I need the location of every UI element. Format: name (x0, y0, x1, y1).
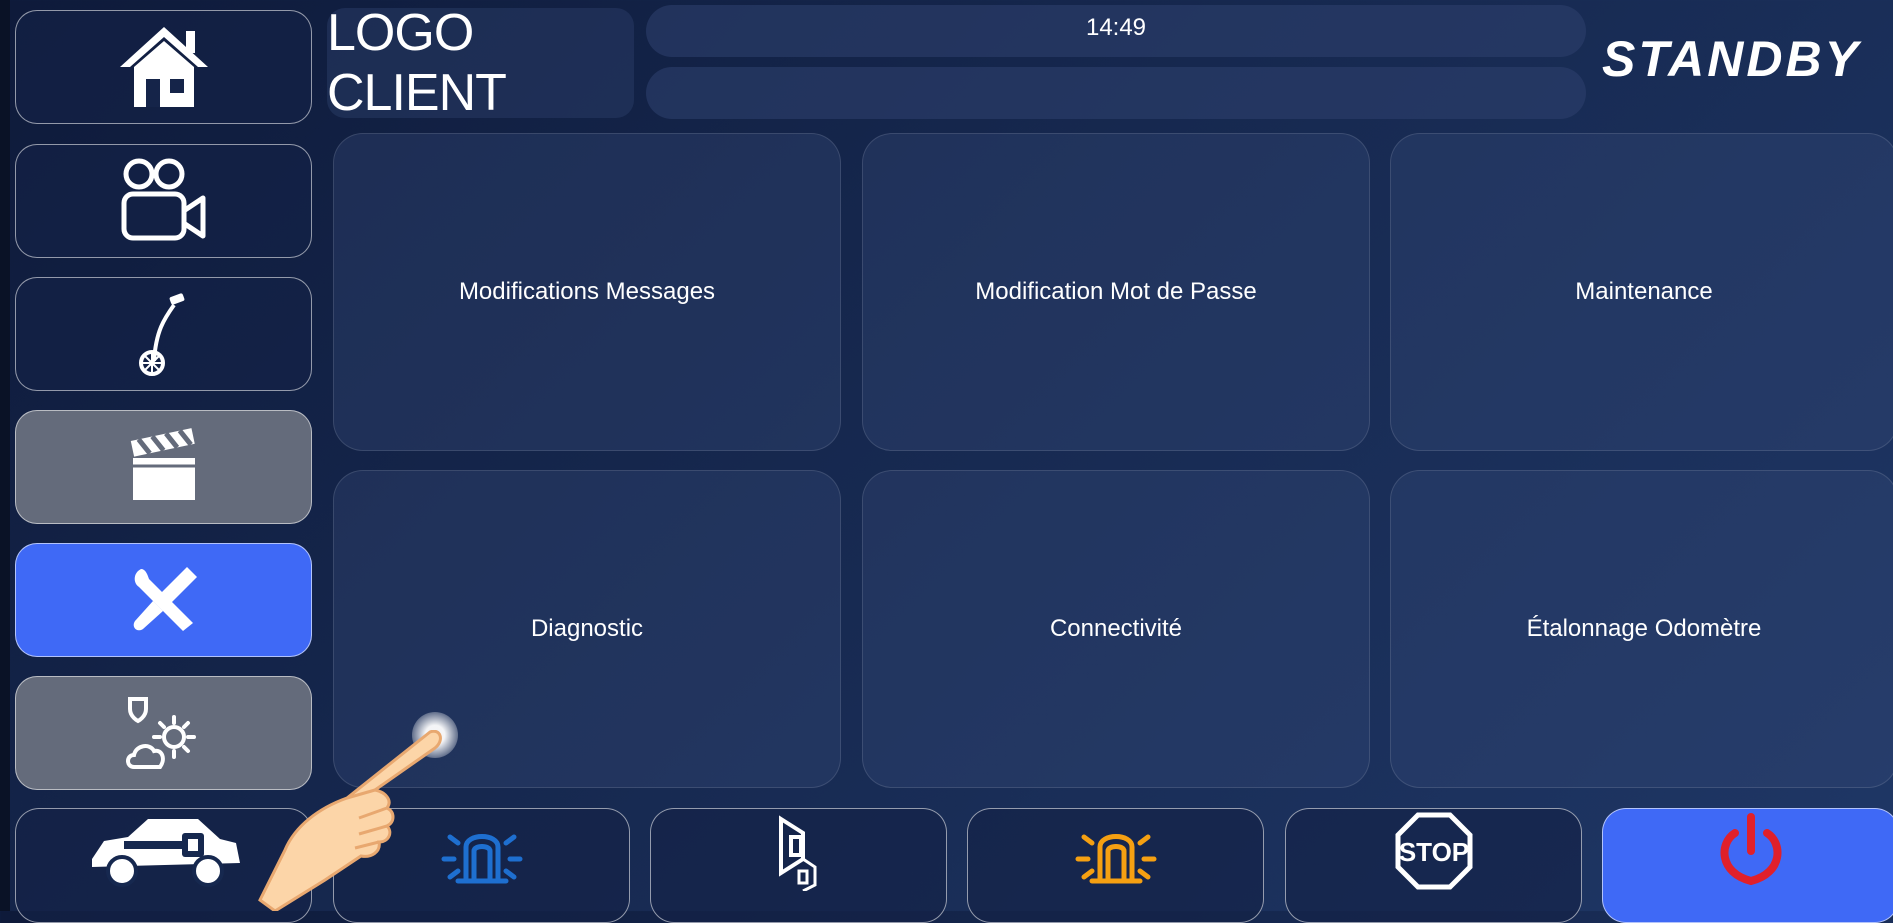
tile-maintenance[interactable]: Maintenance (1390, 133, 1893, 451)
stop-button[interactable]: STOP (1285, 808, 1582, 923)
screen-bezel (0, 0, 10, 911)
sidebar-home-button[interactable] (15, 10, 312, 124)
clock: 14:49 (1085, 14, 1147, 41)
blue-beacon-icon (441, 833, 522, 883)
sidebar-odometer-wheel-button[interactable] (15, 277, 312, 391)
sidebar-camera-button[interactable] (15, 144, 312, 258)
stop-sign-icon: STOP (1395, 812, 1472, 889)
measuring-wheel-icon (138, 293, 184, 376)
home-icon (119, 27, 208, 107)
orange-beacon-icon (1075, 833, 1156, 883)
message-bar (646, 67, 1586, 119)
power-icon (1720, 812, 1781, 885)
tile-etalonnage-odometre[interactable]: Étalonnage Odomètre (1390, 470, 1893, 788)
tile-modifications-messages[interactable]: Modifications Messages (333, 133, 841, 451)
sidebar-scenario-button[interactable] (15, 410, 312, 524)
client-logo: LOGO CLIENT (327, 4, 634, 122)
orange-beacon-button[interactable] (967, 808, 1264, 923)
sidebar-settings-button[interactable] (15, 543, 312, 657)
tile-connectivite[interactable]: Connectivité (862, 470, 1370, 788)
car-key-icon (91, 818, 240, 887)
horn-button[interactable] (650, 808, 947, 923)
tile-modification-mot-de-passe[interactable]: Modification Mot de Passe (862, 133, 1370, 451)
brand-logo: STANDBY (1602, 31, 1861, 87)
weather-icon (125, 697, 196, 769)
stop-sign-label: STOP (1398, 837, 1468, 867)
pointing-hand-icon (258, 730, 442, 911)
power-button[interactable] (1602, 808, 1893, 923)
video-camera-icon (121, 158, 205, 241)
clapperboard-icon (130, 428, 195, 500)
horn-icon (778, 814, 816, 891)
tools-icon (133, 567, 197, 631)
